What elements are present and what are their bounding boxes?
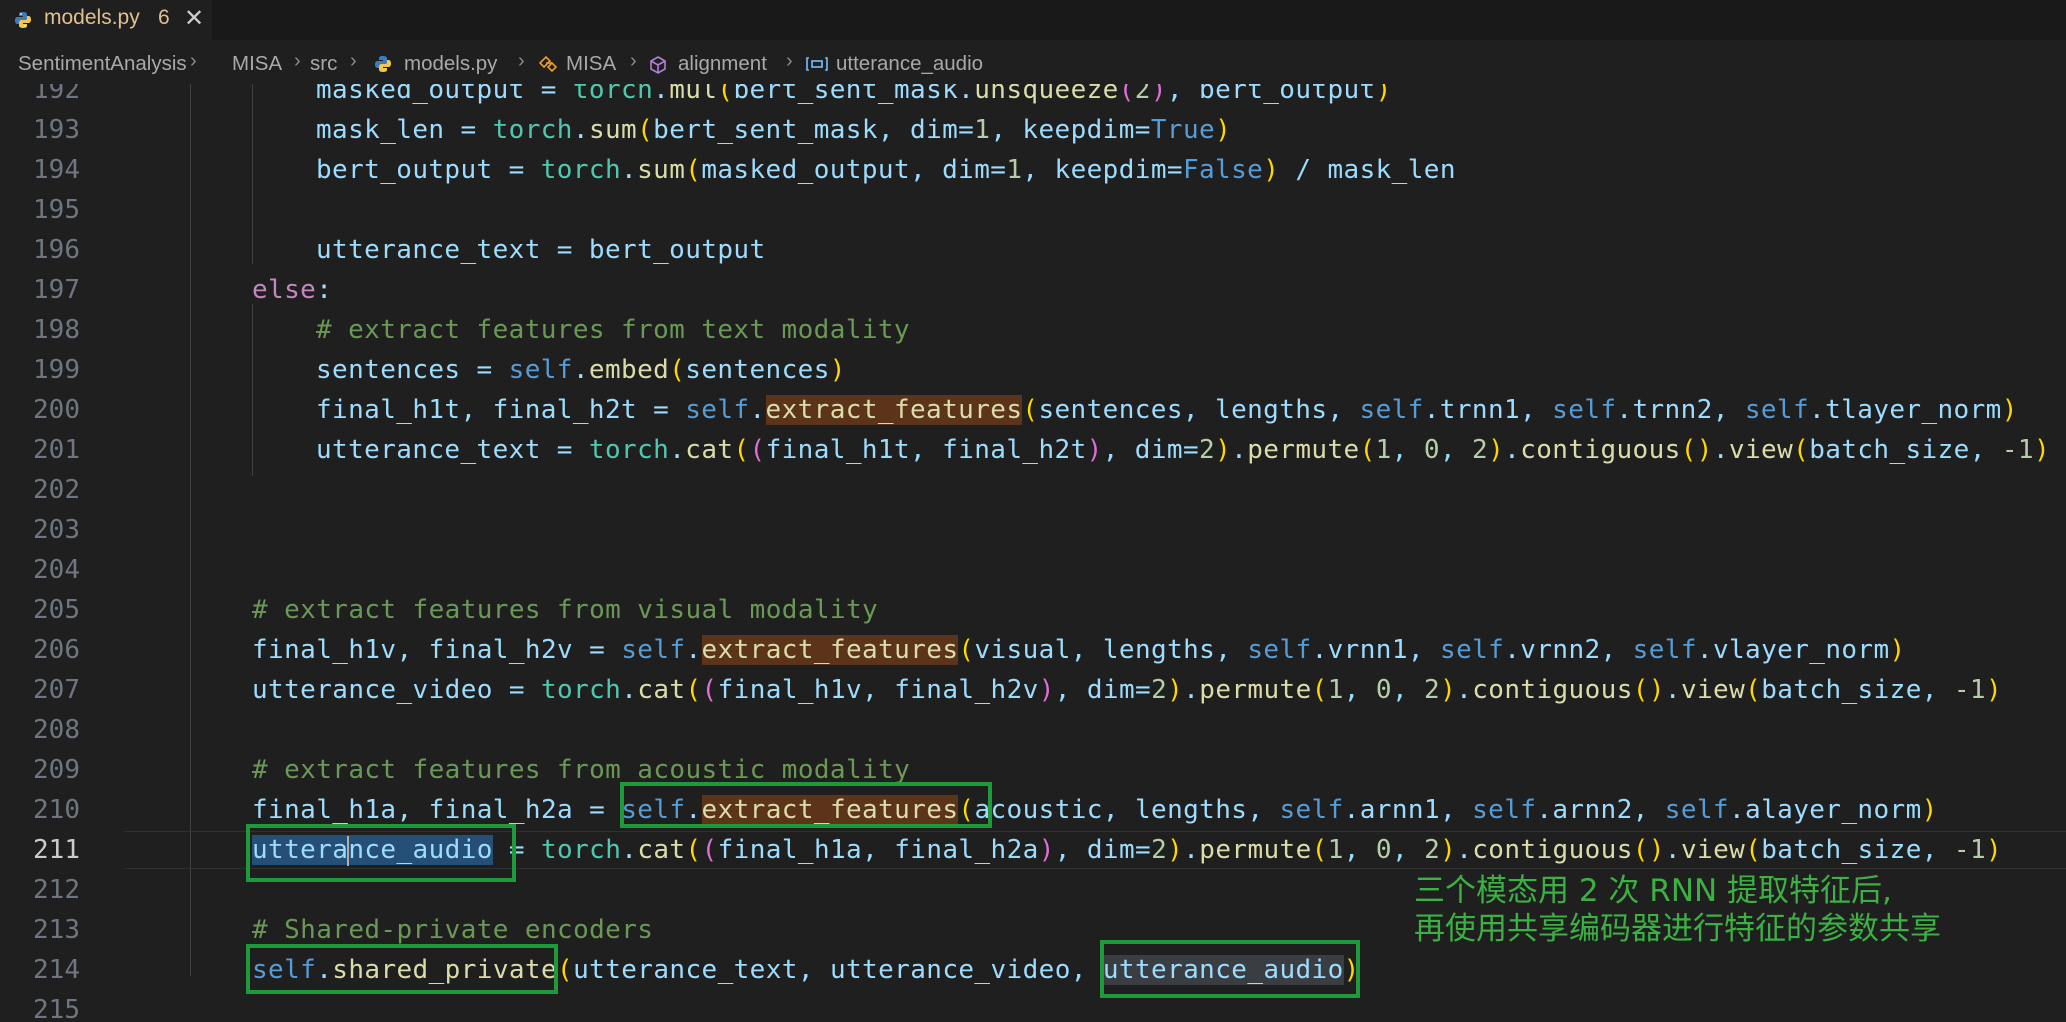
annotation-line-2: 再使用共享编码器进行特征的参数共享 [1414, 911, 1941, 947]
breadcrumb-item-misa-class[interactable]: MISA [566, 52, 616, 76]
line-number: 213 [33, 915, 80, 945]
code-comment: # extract features from visual modality [252, 595, 879, 625]
code-text: else: [252, 275, 333, 305]
code-line: 192 masked_output = torch.mul(bert_sent_… [0, 84, 2066, 110]
code-text: sentences = self.embed(sentences) [316, 355, 846, 385]
tab-models-py[interactable]: models.py 6 ✕ [0, 0, 212, 40]
chevron-right-icon: › [294, 50, 301, 72]
line-number: 202 [33, 475, 80, 505]
line-number: 206 [33, 635, 80, 665]
line-number: 212 [33, 875, 80, 905]
code-line: 209 # extract features from acoustic mod… [0, 750, 2066, 790]
breadcrumb-item-sentimentanalysis[interactable]: SentimentAnalysis [18, 52, 187, 76]
line-number: 195 [33, 195, 80, 225]
method-cube-icon [650, 56, 666, 74]
code-line: 210 final_h1a, final_h2a = self.extract_… [0, 790, 2066, 830]
code-text: final_h1a, final_h2a = self.extract_feat… [252, 795, 1938, 825]
annotation-line-1: 三个模态用 2 次 RNN 提取特征后, [1414, 873, 1892, 909]
close-icon[interactable]: ✕ [184, 4, 204, 32]
code-line: 205 # extract features from visual modal… [0, 590, 2066, 630]
code-text: utterance_audio = torch.cat((final_h1a, … [252, 835, 2003, 866]
annotation-note: 三个模态用 2 次 RNN 提取特征后, 再使用共享编码器进行特征的参数共享 [1414, 872, 1941, 948]
code-line: 207 utterance_video = torch.cat((final_h… [0, 670, 2066, 710]
breadcrumb-item-models-py[interactable]: models.py [404, 52, 497, 76]
code-text: self.shared_private(utterance_text, utte… [252, 955, 1360, 985]
code-comment: # extract features from acoustic modalit… [252, 755, 911, 785]
line-number: 207 [33, 675, 80, 705]
code-line: 214 self.shared_private(utterance_text, … [0, 950, 2066, 990]
line-number: 215 [33, 995, 80, 1022]
breadcrumb-item-misa-folder[interactable]: MISA [232, 52, 282, 76]
line-number: 204 [33, 555, 80, 585]
python-file-icon [15, 12, 31, 28]
line-number: 214 [33, 955, 80, 985]
line-number: 201 [33, 435, 80, 465]
tab-label: models.py [44, 6, 140, 29]
line-number: 192 [33, 84, 80, 105]
line-number: 211 [33, 835, 80, 865]
line-number: 196 [33, 235, 80, 265]
code-text: utterance_video = torch.cat((final_h1v, … [252, 675, 2003, 705]
chevron-right-icon: › [630, 50, 637, 72]
code-line: 215 [0, 990, 2066, 1022]
line-number: 205 [33, 595, 80, 625]
code-line: 197 else: [0, 270, 2066, 310]
code-text: final_h1v, final_h2v = self.extract_feat… [252, 635, 1906, 665]
chevron-right-icon: › [786, 50, 793, 72]
code-text: final_h1t, final_h2t = self.extract_feat… [316, 395, 2018, 425]
line-number: 203 [33, 515, 80, 545]
code-line: 201 utterance_text = torch.cat((final_h1… [0, 430, 2066, 470]
code-line: 196 utterance_text = bert_output [0, 230, 2066, 270]
line-number: 197 [33, 275, 80, 305]
variable-icon [806, 57, 828, 71]
line-number: 208 [33, 715, 80, 745]
chevron-right-icon: › [518, 50, 525, 72]
code-text: mask_len = torch.sum(bert_sent_mask, dim… [316, 115, 1232, 145]
code-line: 199 sentences = self.embed(sentences) [0, 350, 2066, 390]
code-line: 208 [0, 710, 2066, 750]
problem-count-badge: 6 [158, 6, 170, 29]
python-file-icon [375, 56, 391, 72]
class-symbol-icon [538, 55, 558, 73]
code-text: utterance_text = torch.cat((final_h1t, f… [316, 435, 2050, 465]
line-number: 209 [33, 755, 80, 785]
code-line: 204 [0, 550, 2066, 590]
code-comment: # Shared-private encoders [252, 915, 654, 945]
code-line: 202 [0, 470, 2066, 510]
code-line-current: 211 utterance_audio = torch.cat((final_h… [0, 830, 2066, 870]
code-line: 193 mask_len = torch.sum(bert_sent_mask,… [0, 110, 2066, 150]
code-text: utterance_text = bert_output [316, 235, 766, 265]
code-line: 195 [0, 190, 2066, 230]
line-number: 198 [33, 315, 80, 345]
code-line: 203 [0, 510, 2066, 550]
code-line: 200 final_h1t, final_h2t = self.extract_… [0, 390, 2066, 430]
code-line: 198 # extract features from text modalit… [0, 310, 2066, 350]
breadcrumb-item-utterance-audio[interactable]: utterance_audio [836, 52, 983, 76]
chevron-right-icon: › [350, 50, 357, 72]
line-number: 193 [33, 115, 80, 145]
code-text: bert_output = torch.sum(masked_output, d… [316, 155, 1456, 185]
breadcrumb: SentimentAnalysis › MISA › src › models.… [0, 46, 2066, 84]
code-comment: # extract features from text modality [316, 315, 910, 345]
line-number: 194 [33, 155, 80, 185]
line-number: 200 [33, 395, 80, 425]
code-line: 194 bert_output = torch.sum(masked_outpu… [0, 150, 2066, 190]
tab-bar: models.py 6 ✕ [0, 0, 2066, 40]
breadcrumb-item-src[interactable]: src [310, 52, 337, 76]
breadcrumb-item-alignment[interactable]: alignment [678, 52, 767, 76]
line-number: 210 [33, 795, 80, 825]
chevron-right-icon: › [190, 50, 197, 72]
text-cursor [347, 835, 350, 866]
line-number: 199 [33, 355, 80, 385]
code-line: 206 final_h1v, final_h2v = self.extract_… [0, 630, 2066, 670]
code-text: masked_output = torch.mul(bert_sent_mask… [316, 84, 1392, 105]
